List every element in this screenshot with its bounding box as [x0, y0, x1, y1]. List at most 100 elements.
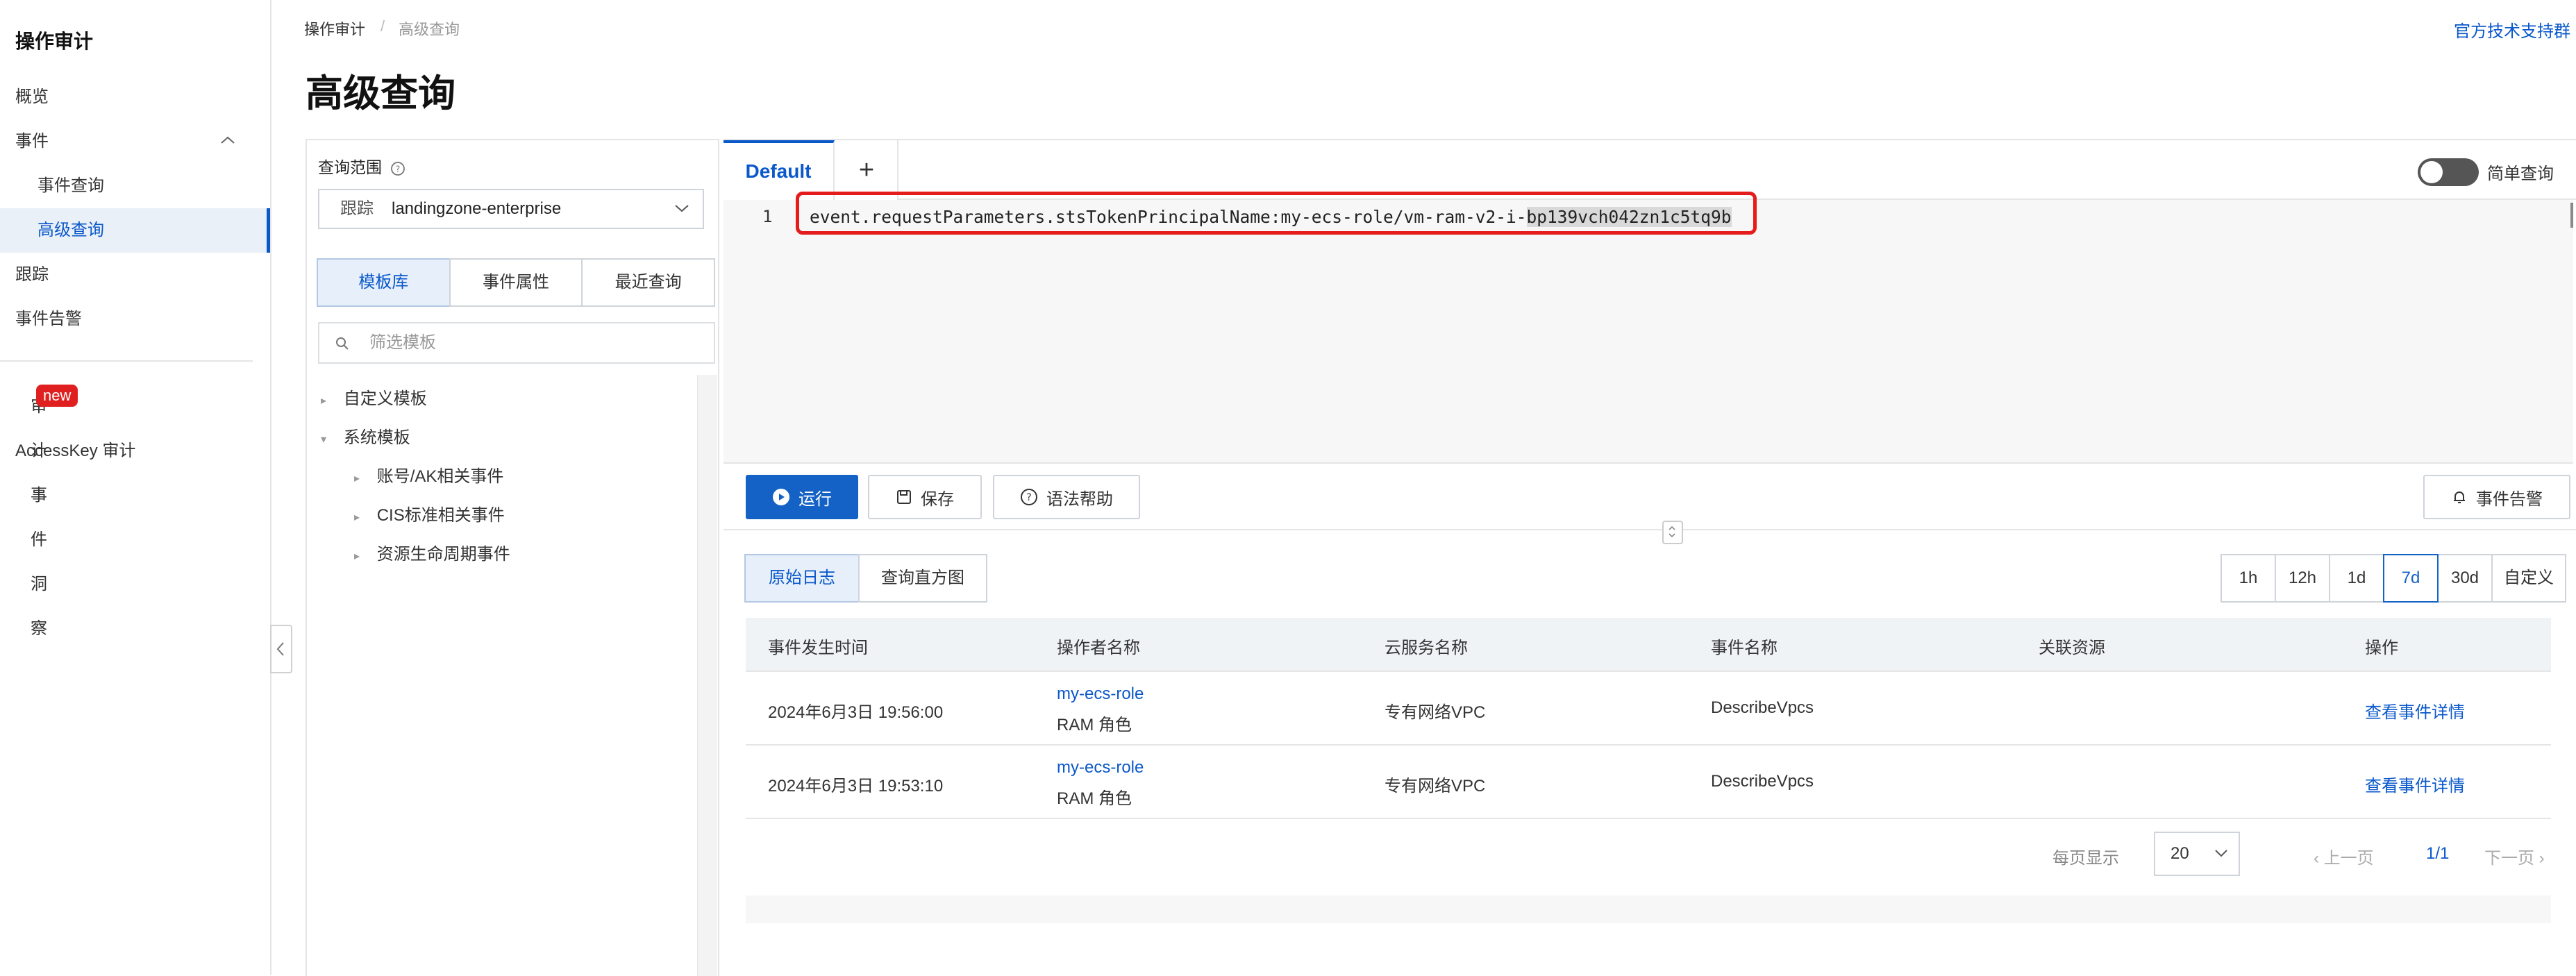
sidebar-item-trail[interactable]: 跟踪: [0, 253, 270, 297]
tree-system-templates[interactable]: ▾ 系统模板: [321, 423, 410, 448]
chevron-up-icon: [219, 135, 236, 146]
insight-label: 审计事件洞察: [31, 397, 47, 638]
breadcrumb-current: 高级查询: [399, 21, 460, 38]
svg-text:?: ?: [1026, 492, 1031, 503]
sidebar-title: 操作审计: [15, 31, 94, 52]
bell-icon: [2451, 489, 2468, 505]
cell-actor-link[interactable]: my-ecs-role: [1057, 758, 1144, 777]
simple-query-label: 简单查询: [2487, 165, 2554, 183]
sidebar-item-event-query[interactable]: 事件查询: [0, 164, 270, 208]
tab-raw-log[interactable]: 原始日志: [744, 554, 860, 603]
cell-service: 专有网络VPC: [1385, 703, 1486, 722]
time-range-custom[interactable]: 自定义: [2491, 554, 2566, 603]
tree-cis-events[interactable]: ▸ CIS标准相关事件: [354, 501, 505, 525]
time-range-12h[interactable]: 12h: [2275, 554, 2330, 603]
sidebar-item-accesskey-audit[interactable]: AccessKey 审计: [0, 429, 270, 473]
time-range-30d[interactable]: 30d: [2437, 554, 2493, 603]
event-alert-button[interactable]: 事件告警: [2423, 475, 2570, 519]
scope-prefix: 跟踪: [340, 199, 374, 218]
simple-query-toggle[interactable]: [2418, 158, 2479, 186]
run-button[interactable]: 运行: [746, 475, 858, 519]
tree-account-ak-events[interactable]: ▸ 账号/AK相关事件: [354, 462, 503, 487]
help-icon[interactable]: ?: [390, 161, 405, 176]
time-range-7d[interactable]: 7d: [2383, 554, 2439, 603]
cell-actor-type: RAM 角色: [1057, 716, 1132, 734]
save-button[interactable]: 保存: [868, 475, 982, 519]
action-divider: [724, 529, 2576, 530]
view-event-detail-link[interactable]: 查看事件详情: [2365, 772, 2465, 796]
tab-histogram[interactable]: 查询直方图: [858, 554, 987, 603]
view-event-detail-link[interactable]: 查看事件详情: [2365, 698, 2465, 723]
cell-actor-link[interactable]: my-ecs-role: [1057, 684, 1144, 704]
sidebar-item-audit-insight[interactable]: 审计事件洞察 new: [0, 385, 270, 638]
results-table-header: 事件发生时间 操作者名称 云服务名称 事件名称 关联资源 操作: [746, 618, 2551, 672]
filter-template-input[interactable]: 筛选模板: [318, 322, 715, 364]
col-service-name: 云服务名称: [1385, 639, 1468, 657]
per-page-select[interactable]: 20: [2154, 832, 2240, 876]
breadcrumb-root[interactable]: 操作审计: [304, 17, 365, 40]
breadcrumb-separator: /: [380, 17, 385, 35]
query-scope-label: 查询范围 ?: [318, 154, 405, 178]
cell-time: 2024年6月3日 19:56:00: [768, 703, 944, 722]
result-view-tabs: 原始日志 查询直方图: [744, 554, 987, 603]
caret-right-icon: ▸: [354, 550, 360, 562]
filter-placeholder: 筛选模板: [369, 333, 436, 352]
pagination: 每页显示 20 ‹ 上一页 1/1 下一页 ›: [746, 819, 2551, 897]
template-panel: 查询范围 ? 跟踪 landingzone-enterprise 模板库 事件属…: [306, 139, 719, 976]
cell-event: DescribeVpcs: [1711, 772, 1814, 791]
sidebar-collapse-handle[interactable]: [270, 625, 292, 673]
table-row: 2024年6月3日 19:53:10 my-ecs-role RAM 角色 专有…: [746, 746, 2551, 819]
caret-down-icon: ▾: [321, 434, 327, 446]
cell-actor-type: RAM 角色: [1057, 789, 1132, 808]
sidebar-item-overview[interactable]: 概览: [0, 75, 270, 119]
query-scope-select[interactable]: 跟踪 landingzone-enterprise: [318, 189, 704, 229]
tree-resource-lifecycle-events[interactable]: ▸ 资源生命周期事件: [354, 540, 510, 564]
cell-service: 专有网络VPC: [1385, 777, 1486, 796]
sidebar-item-event-alert[interactable]: 事件告警: [0, 297, 270, 342]
tab-recent-queries[interactable]: 最近查询: [581, 258, 716, 307]
time-range-1d[interactable]: 1d: [2329, 554, 2384, 603]
play-icon: [772, 488, 790, 506]
time-range-1h[interactable]: 1h: [2220, 554, 2276, 603]
scope-value: landingzone-enterprise: [392, 199, 562, 218]
query-panel: Default + 简单查询 1 event.requestParameters…: [724, 139, 2576, 976]
support-group-link[interactable]: 官方技术支持群: [2454, 17, 2570, 42]
per-page-label: 每页显示: [2052, 849, 2119, 868]
question-circle-icon: ?: [1020, 488, 1038, 506]
chevron-left-icon: ‹: [2314, 849, 2324, 868]
tab-template-library[interactable]: 模板库: [317, 258, 451, 307]
template-tabs: 模板库 事件属性 最近查询: [317, 258, 716, 307]
col-event-time: 事件发生时间: [768, 639, 868, 657]
panel-resize-handle[interactable]: [1662, 521, 1683, 544]
page-title: 高级查询: [306, 73, 455, 115]
table-footer-bar: [746, 895, 2551, 923]
time-range-selector: 1h 12h 1d 7d 30d 自定义: [2220, 554, 2566, 603]
svg-text:?: ?: [396, 164, 400, 174]
tab-event-attributes[interactable]: 事件属性: [449, 258, 583, 307]
resize-icon: [1667, 524, 1677, 539]
chevron-left-icon: [276, 641, 285, 657]
col-event-name: 事件名称: [1711, 639, 1778, 657]
tree-custom-templates[interactable]: ▸ 自定义模板: [321, 385, 427, 409]
tree-scrollbar[interactable]: [697, 375, 717, 976]
prev-page-button[interactable]: ‹ 上一页: [2314, 844, 2374, 868]
next-page-button[interactable]: 下一页 ›: [2484, 844, 2545, 868]
col-related-resource: 关联资源: [2039, 639, 2105, 657]
new-badge: new: [36, 385, 78, 407]
syntax-help-button[interactable]: ? 语法帮助: [993, 475, 1140, 519]
sidebar-item-events[interactable]: 事件: [0, 119, 270, 164]
caret-right-icon: ▸: [354, 473, 360, 485]
chevron-right-icon: ›: [2534, 849, 2545, 868]
query-editor[interactable]: [724, 200, 2573, 464]
page-info: 1/1: [2426, 844, 2450, 863]
highlight-annotation: [796, 192, 1757, 235]
caret-right-icon: ▸: [354, 512, 360, 523]
chevron-down-icon: [674, 203, 690, 214]
search-icon: [335, 336, 350, 351]
col-actions: 操作: [2365, 639, 2398, 657]
sidebar-item-advanced-query[interactable]: 高级查询: [0, 208, 270, 253]
caret-right-icon: ▸: [321, 395, 327, 407]
editor-scrollbar[interactable]: [2570, 203, 2573, 228]
chevron-down-icon: [2214, 848, 2229, 858]
table-row: 2024年6月3日 19:56:00 my-ecs-role RAM 角色 专有…: [746, 672, 2551, 746]
